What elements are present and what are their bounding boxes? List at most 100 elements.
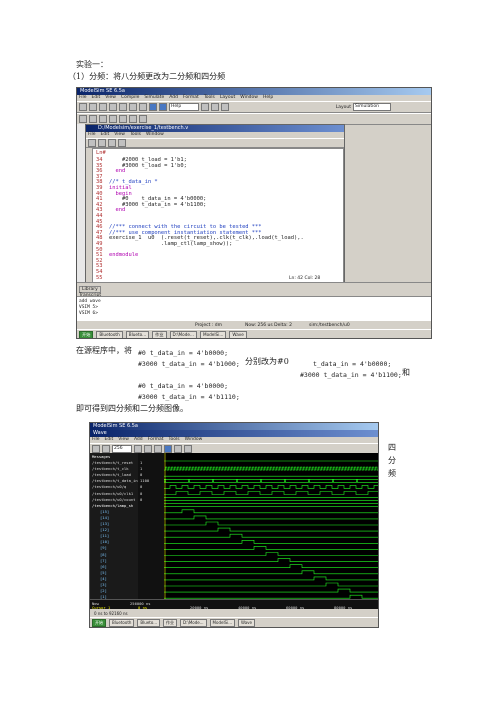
signal-name[interactable]: [8]: [100, 552, 107, 557]
signal-name[interactable]: [12]: [100, 527, 109, 532]
app-menu-item[interactable]: Add: [169, 95, 178, 101]
signal-name[interactable]: [9]: [100, 545, 107, 550]
app-menu-item[interactable]: Window: [240, 95, 258, 101]
help-field[interactable]: Help: [169, 103, 199, 111]
signal-name[interactable]: [5]: [100, 570, 107, 575]
compile-icon[interactable]: [149, 103, 157, 111]
signal-name[interactable]: [2]: [100, 588, 107, 593]
editor-menu-item[interactable]: Edit: [101, 132, 110, 138]
signal-name[interactable]: [4]: [100, 576, 107, 581]
taskbar-item[interactable]: Wave: [238, 619, 256, 627]
taskbar-item[interactable]: D:\Mode...: [180, 619, 207, 627]
signal-name[interactable]: /testbench/t_reset: [92, 460, 133, 465]
wave-menu-item[interactable]: Add: [134, 437, 143, 443]
app-menu-item[interactable]: Layout: [220, 95, 235, 101]
run-all-icon[interactable]: [109, 115, 117, 123]
signal-name[interactable]: /testbench/u0/count: [92, 497, 135, 502]
cut-icon[interactable]: [119, 103, 127, 111]
wave-menu-item[interactable]: Edit: [105, 437, 114, 443]
signal-name[interactable]: [6]: [100, 564, 107, 569]
app-menu-item[interactable]: Compile: [121, 95, 139, 101]
wave-menu-item[interactable]: View: [118, 437, 129, 443]
run-icon[interactable]: [99, 115, 107, 123]
print-icon[interactable]: [109, 103, 117, 111]
taskbar-item[interactable]: D:\Mode...: [169, 330, 197, 338]
step-over-icon[interactable]: [89, 115, 97, 123]
waveforms[interactable]: [163, 453, 378, 609]
editor-undo-icon[interactable]: [98, 139, 106, 147]
app-menu-item[interactable]: Simulate: [144, 95, 164, 101]
zoom-full-icon[interactable]: [154, 444, 162, 453]
app-menu-item[interactable]: File: [79, 95, 87, 101]
signal-name[interactable]: [13]: [100, 521, 109, 526]
signal-name[interactable]: /testbench/u0/q: [92, 484, 126, 489]
zoom-field[interactable]: 256: [112, 444, 132, 453]
taskbar-item[interactable]: 作业: [163, 619, 178, 627]
app-menu-item[interactable]: View: [105, 95, 116, 101]
taskbar-item[interactable]: ModelSi...: [199, 330, 227, 338]
app-menu-item[interactable]: Help: [263, 95, 273, 101]
start-button[interactable]: 开始: [92, 619, 106, 627]
taskbar-item[interactable]: Blueto...: [137, 619, 161, 627]
editor-save-icon[interactable]: [88, 139, 96, 147]
taskbar-item[interactable]: ModelSi...: [209, 619, 236, 627]
editor-menu-item[interactable]: File: [88, 132, 96, 138]
windows-taskbar: 开始 Bluetooth Blueto... 作业 D:\Mode... ModelSi.…: [77, 329, 431, 338]
step-icon[interactable]: [79, 115, 87, 123]
signal-name[interactable]: [7]: [100, 558, 107, 563]
save-icon[interactable]: [92, 444, 100, 453]
signal-name[interactable]: [15]: [100, 509, 109, 514]
run-icon[interactable]: [174, 444, 182, 453]
break-icon[interactable]: [119, 115, 127, 123]
new-file-icon[interactable]: [79, 103, 87, 111]
open-file-icon[interactable]: [89, 103, 97, 111]
signal-name[interactable]: [11]: [100, 533, 109, 538]
signal-name[interactable]: [14]: [100, 515, 109, 520]
taskbar-item[interactable]: Blueto...: [125, 330, 150, 338]
stop-icon[interactable]: [184, 444, 192, 453]
start-button[interactable]: 开始: [79, 330, 94, 338]
app-menu-item[interactable]: Edit: [92, 95, 101, 101]
taskbar-item[interactable]: Bluetooth: [109, 619, 135, 627]
zoom-out-icon[interactable]: [221, 103, 229, 111]
signal-name[interactable]: [3]: [100, 582, 107, 587]
signal-name[interactable]: /testbench/t_load: [92, 472, 131, 477]
transcript-pane[interactable]: add wave VSIM 5> VSIM 6>: [77, 296, 431, 323]
wave-menu-item[interactable]: Tools: [169, 437, 180, 443]
editor-find-icon[interactable]: [108, 139, 116, 147]
editor-menu-item[interactable]: Window: [146, 132, 164, 138]
editor-menu-item[interactable]: Tools: [130, 132, 141, 138]
wave-lamp-bit: [164, 558, 378, 562]
wave-icon[interactable]: [139, 115, 147, 123]
wave-menu-item[interactable]: Format: [148, 437, 164, 443]
editor-indent-icon[interactable]: [118, 139, 126, 147]
copy-icon[interactable]: [129, 103, 137, 111]
taskbar-item[interactable]: 作业: [152, 330, 167, 338]
paste-icon[interactable]: [139, 103, 147, 111]
taskbar-item[interactable]: Wave: [229, 330, 247, 338]
zoom-in-icon[interactable]: [211, 103, 219, 111]
zoom-out-icon[interactable]: [144, 444, 152, 453]
compile-all-icon[interactable]: [159, 103, 167, 111]
save-icon[interactable]: [99, 103, 107, 111]
search-icon[interactable]: [201, 103, 209, 111]
signal-name[interactable]: /testbench/t_clk: [92, 466, 129, 471]
signal-name[interactable]: [10]: [100, 539, 109, 544]
tab-library[interactable]: Library: [79, 286, 101, 293]
signal-name[interactable]: /testbench/lamp_sh: [92, 503, 133, 508]
zoom-in-icon[interactable]: [134, 444, 142, 453]
taskbar-item[interactable]: Bluetooth: [96, 330, 123, 338]
wave-pane[interactable]: [163, 453, 378, 609]
layout-select[interactable]: Simulation: [353, 103, 391, 111]
app-menu-item[interactable]: Tools: [204, 95, 215, 101]
cursor-icon[interactable]: [164, 444, 172, 453]
restart-icon[interactable]: [129, 115, 137, 123]
code-editor[interactable]: Ln# 34 #2000 t_load = 1'b1; 35 #3000 t_lo…: [92, 148, 344, 283]
editor-menu-item[interactable]: View: [114, 132, 125, 138]
app-menu-item[interactable]: Format: [183, 95, 199, 101]
wave-menu-item[interactable]: File: [92, 437, 100, 443]
signal-name[interactable]: /testbench/t_data_in: [92, 478, 138, 483]
signal-name[interactable]: /testbench/u0/clk1: [92, 491, 133, 496]
wave-menu-item[interactable]: Window: [185, 437, 203, 443]
print-icon[interactable]: [102, 444, 110, 453]
